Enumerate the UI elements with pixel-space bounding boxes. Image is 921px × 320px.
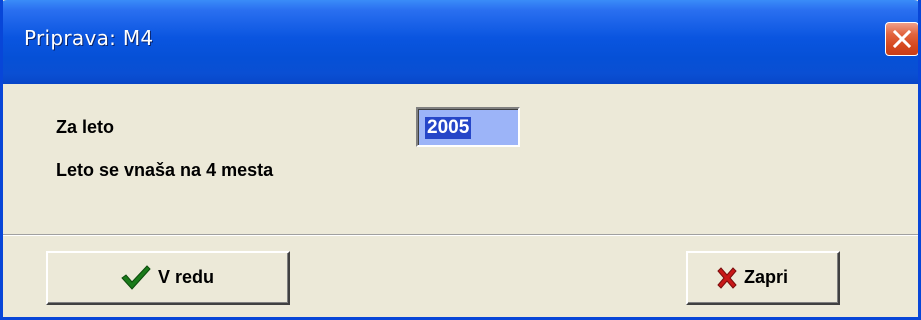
year-input-field[interactable]: 2005 [418,109,518,145]
window-close-button[interactable] [885,22,918,56]
year-input-value[interactable]: 2005 [425,117,472,139]
window-title: Priprava: M4 [24,26,154,50]
close-button[interactable]: Zapri [686,251,840,305]
ok-button-label: V redu [158,267,215,287]
red-x-icon [717,267,737,289]
year-format-hint: Leto se vnaša na 4 mesta [56,160,274,180]
year-label: Za leto [56,117,115,137]
year-input[interactable]: 2005 [416,107,520,147]
dialog-window: Priprava: M4 Za leto 2005 Leto se vnaša … [0,0,921,320]
title-bar[interactable]: Priprava: M4 [3,0,918,84]
separator [3,234,918,236]
checkmark-icon [121,265,151,290]
ok-button[interactable]: V redu [46,251,290,305]
close-button-label: Zapri [744,267,789,287]
close-icon [892,29,912,49]
